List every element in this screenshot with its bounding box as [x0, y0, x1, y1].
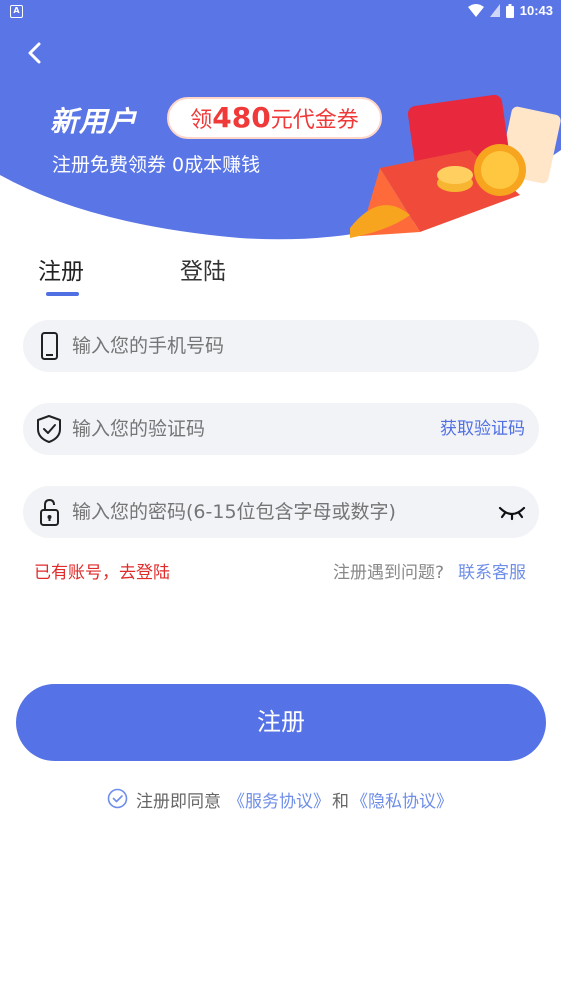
go-login-link[interactable]: 已有账号，去登陆	[34, 558, 170, 583]
problem-text: 注册遇到问题?	[333, 563, 445, 583]
eye-closed-icon[interactable]	[497, 498, 527, 526]
password-input[interactable]	[72, 486, 502, 538]
wifi-icon	[467, 4, 484, 17]
phone-field[interactable]	[23, 320, 539, 372]
phone-input[interactable]	[72, 320, 432, 372]
active-tab-indicator	[46, 292, 79, 296]
chevron-left-icon[interactable]	[20, 38, 50, 68]
promo-subtitle: 注册免费领券 0成本赚钱	[52, 154, 261, 176]
privacy-agreement-link[interactable]: 《隐私协议》	[351, 787, 453, 812]
verification-code-input[interactable]	[72, 403, 432, 455]
tab-register[interactable]: 注册	[38, 252, 84, 286]
promo-badge-suffix: 元代金券	[270, 108, 359, 133]
password-field[interactable]	[23, 486, 539, 538]
agreement-and: 和	[332, 792, 349, 812]
get-code-button[interactable]: 获取验证码	[440, 403, 525, 455]
status-time: 10:43	[519, 3, 553, 18]
agreement-row: 注册即同意 《服务协议》 和 《隐私协议》	[0, 786, 561, 812]
promo-badge: 领480元代金券	[167, 97, 382, 139]
auth-links-row: 已有账号，去登陆 注册遇到问题? 联系客服	[0, 556, 561, 584]
header-banner: A 10:43 新用户 领480元代金券 注册免费领券 0成本赚钱	[0, 0, 561, 250]
promo-title: 新用户	[50, 105, 138, 138]
notification-icon: A	[10, 5, 23, 18]
status-bar: A 10:43	[0, 0, 561, 24]
unlock-icon	[40, 498, 59, 526]
auth-tabs: 注册 登陆	[0, 252, 561, 302]
promo-badge-amount: 480	[212, 101, 271, 134]
battery-icon	[505, 3, 514, 18]
phone-icon	[41, 332, 58, 360]
promo-badge-prefix: 领	[190, 108, 213, 133]
agreement-prefix: 注册即同意	[136, 792, 221, 812]
contact-service-link[interactable]: 联系客服	[458, 558, 526, 583]
check-circle-icon[interactable]	[107, 788, 128, 809]
register-button[interactable]: 注册	[16, 684, 546, 761]
verification-code-field[interactable]: 获取验证码	[23, 403, 539, 455]
tab-login[interactable]: 登陆	[180, 252, 226, 286]
sim-icon	[489, 4, 500, 17]
shield-check-icon	[37, 415, 61, 443]
service-agreement-link[interactable]: 《服务协议》	[228, 787, 330, 812]
